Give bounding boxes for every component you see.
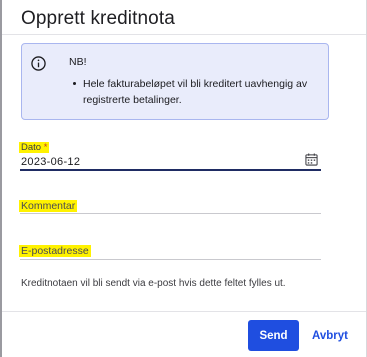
cancel-button[interactable]: Avbryt <box>312 320 357 351</box>
calendar-icon[interactable] <box>305 153 318 166</box>
required-marker: * <box>43 142 48 153</box>
comment-underline <box>20 213 321 214</box>
notice-title: NB! <box>69 56 87 68</box>
info-icon <box>31 56 46 71</box>
email-underline <box>20 259 321 260</box>
bullet-icon <box>73 82 76 85</box>
dialog-left-edge <box>0 0 2 357</box>
dialog-title: Opprett kreditnota <box>21 8 175 29</box>
footer-divider <box>2 311 366 312</box>
credit-note-dialog: Opprett kreditnota NB! Hele fakturabeløp… <box>0 0 367 357</box>
date-input[interactable]: 2023-06-12 <box>21 156 80 168</box>
date-label-text: Dato <box>21 142 42 153</box>
date-label: Dato * <box>19 142 50 153</box>
notice-list-item: Hele fakturabeløpet vil bli kreditert ua… <box>69 76 319 108</box>
notice-item-text: Hele fakturabeløpet vil bli kreditert ua… <box>83 78 308 106</box>
header-divider <box>2 34 366 35</box>
comment-input[interactable]: Kommentar <box>19 200 78 212</box>
date-underline <box>20 169 321 171</box>
email-helper-text: Kreditnotaen vil bli sendt via e-post hv… <box>21 278 286 289</box>
notice-box: NB! Hele fakturabeløpet vil bli krediter… <box>21 43 329 120</box>
send-button[interactable]: Send <box>248 320 299 351</box>
notice-list: Hele fakturabeløpet vil bli kreditert ua… <box>69 76 319 108</box>
email-input[interactable]: E-postadresse <box>19 245 91 257</box>
